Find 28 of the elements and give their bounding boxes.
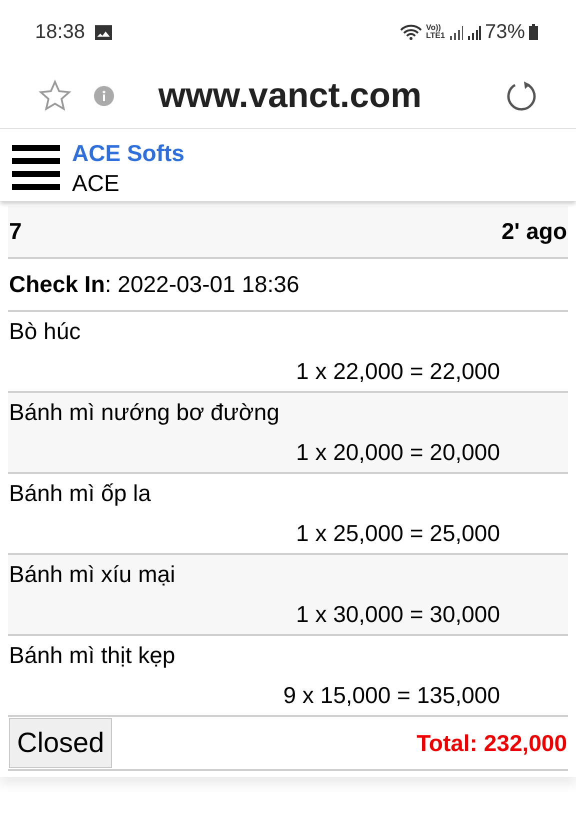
url-text[interactable]: www.vanct.com xyxy=(136,76,484,116)
item-name: Bánh mì xíu mại xyxy=(9,561,176,588)
app-subtitle: ACE xyxy=(72,169,120,198)
reload-icon[interactable] xyxy=(506,80,538,112)
item-line-total: 1 x 30,000 = 30,000 xyxy=(296,600,501,628)
volte-label: Vo)) LTE1 xyxy=(426,24,445,40)
check-in-text: Check In: 2022-03-01 18:36 xyxy=(9,271,300,298)
order-age: 2' ago xyxy=(501,218,567,245)
item-line-total: 1 x 25,000 = 25,000 xyxy=(296,520,501,547)
signal-icon xyxy=(448,24,463,40)
status-time: 18:38 xyxy=(35,20,86,44)
item-name: Bò húc xyxy=(9,318,82,346)
item-name: Bánh mì ốp la xyxy=(9,480,152,508)
app-title[interactable]: ACE Softs xyxy=(72,139,184,167)
battery-icon xyxy=(529,24,538,40)
wifi-icon xyxy=(400,24,422,40)
item-name: Bánh mì nướng bơ đường xyxy=(9,399,280,426)
item-line-total: 1 x 20,000 = 20,000 xyxy=(296,438,501,466)
item-line-total: 1 x 22,000 = 22,000 xyxy=(296,358,501,385)
item-name: Bánh mì thịt kẹp xyxy=(9,642,176,670)
gallery-icon xyxy=(95,24,112,40)
item-line-total: 9 x 15,000 = 135,000 xyxy=(283,682,501,709)
star-icon[interactable] xyxy=(38,79,72,113)
order-number: 7 xyxy=(9,218,22,245)
order-total: Total: 232,000 xyxy=(416,730,567,756)
closed-button[interactable]: Closed xyxy=(9,718,112,768)
battery-percent: 73% xyxy=(484,20,525,44)
signal-icon xyxy=(466,24,481,40)
